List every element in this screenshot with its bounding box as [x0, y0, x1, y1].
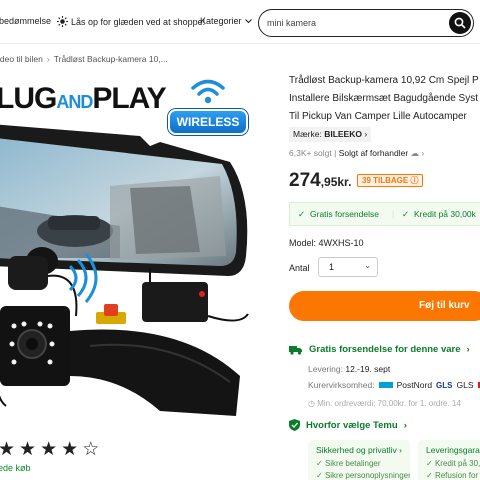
star-icon: ★ — [0, 439, 16, 460]
courier-gls-logo: GLS — [436, 380, 453, 390]
reviews-link[interactable]: bedømmelse — [0, 16, 51, 26]
product-title: Trådløst Backup-kamera 10,92 Cm Spejl P … — [289, 72, 480, 126]
categories-menu[interactable]: Kategorier — [200, 16, 252, 26]
info-icon: ⓘ — [410, 176, 419, 185]
delivery-date: 12.-19. sept — [345, 364, 391, 374]
breadcrumb-category[interactable]: ideo til bilen — [0, 54, 43, 64]
seller-link[interactable]: Solgt af forhandler — [339, 148, 408, 158]
rearview-mirror-monitor — [0, 124, 249, 416]
card-title: Sikkerhed og privatliv › — [316, 445, 403, 455]
search-button[interactable] — [449, 12, 471, 34]
delivery-label: Levering: — [308, 364, 343, 374]
courier-info: Kurervirksomhed: PostNord GLS GLS — [308, 380, 480, 390]
add-to-cart-button[interactable]: Føj til kurv — [289, 291, 480, 321]
free-shipping-heading[interactable]: Gratis forsendelse for denne vare › — [289, 344, 470, 355]
checkmark-icon: ✓ — [298, 209, 306, 219]
star-icon: ★ — [19, 439, 37, 460]
star-half-icon: ☆ — [82, 439, 100, 460]
security-privacy-card[interactable]: Sikkerhed og privatliv › ✓ Sikre betalin… — [308, 440, 410, 480]
card-line: ✓ Sikre personoplysninger — [316, 471, 410, 480]
chevron-right-icon: › — [421, 148, 425, 158]
free-shipping-label: Gratis forsendelse — [310, 209, 379, 219]
sold-info: 6,3K+ solgt | Solgt af forhandler ☁ › — [289, 148, 424, 159]
breadcrumb-current: Trådløst Backup-kamera 10,... — [53, 54, 168, 64]
sun-icon — [57, 16, 68, 27]
title-line: Til Pickup Van Camper Lille Autocamper — [289, 111, 467, 122]
brand-tag[interactable]: Mærke: BILEEKO › — [289, 127, 372, 142]
model-label: Model: 4WXHS-10 — [289, 238, 364, 248]
card-title: Leveringsgara — [426, 445, 480, 455]
title-line: Trådløst Backup-kamera 10,92 Cm Spejl P — [289, 75, 479, 86]
card-line: ✓ Refusion for — [426, 471, 479, 480]
courier-gls: GLS — [456, 380, 474, 390]
quantity-value: 1 — [329, 262, 335, 272]
star-icon: ★ — [40, 439, 58, 460]
breadcrumb: ideo til bilen › Trådløst Backup-kamera … — [0, 54, 168, 64]
why-temu-heading[interactable]: Hvorfor vælge Temu › — [289, 419, 407, 431]
price: 274,95kr. — [289, 170, 352, 191]
brand-label: Mærke: — [293, 129, 322, 139]
benefits-bar: ✓ Gratis forsendelse | ✓ Kredit på 30,00… — [289, 202, 480, 226]
discount-badge: 39 TILBAGE ⓘ — [357, 174, 424, 187]
sold-label: ede køb — [0, 463, 31, 473]
checkmark-icon: ✓ — [402, 209, 410, 219]
delivery-guarantee-card[interactable]: Leveringsgara ✓ Kredit på 30,0 ✓ Refusio… — [418, 440, 480, 480]
chevron-right-icon: › — [466, 344, 470, 355]
promo-link[interactable]: Lås op for glæden ved at shoppe! — [57, 16, 205, 27]
rating-stars[interactable]: ★ ★ ★ ★ ☆ — [0, 438, 99, 461]
courier-label: Kurervirksomhed: — [308, 380, 375, 390]
divider: | — [392, 209, 395, 219]
shield-check-icon — [289, 419, 300, 431]
chevron-right-icon: › — [399, 445, 403, 455]
brand-name: BILEEKO — [324, 129, 362, 139]
sold-count: 6,3K+ solgt — [289, 148, 332, 158]
why-temu-title: Hvorfor vælge Temu — [306, 419, 398, 431]
chevron-right-icon: › — [403, 419, 407, 431]
chevron-right-icon: › — [364, 129, 368, 139]
title-line: Installere Bilskærmsæt Bagudgående Syst — [289, 93, 478, 104]
quantity-label: Antal — [289, 263, 310, 273]
star-icon: ★ — [61, 439, 79, 460]
categories-label: Kategorier — [200, 16, 242, 26]
search-icon — [454, 17, 466, 29]
card-line: ✓ Kredit på 30,0 — [426, 459, 480, 468]
postnord-logo-icon — [378, 382, 393, 388]
chevron-down-icon: ⌄ — [364, 261, 371, 270]
search-bar — [258, 9, 474, 37]
clock-icon: ◷ — [308, 399, 318, 408]
credit-label: Kredit på 30,00k — [414, 209, 476, 219]
min-order-info: ◷ Min. ordreværdi: 70,00kr. for 1. ordre… — [308, 399, 461, 408]
card-line: ✓ Sikre betalinger — [316, 459, 381, 468]
courier-postnord: PostNord — [396, 380, 433, 390]
free-shipping-title: Gratis forsendelse for denne vare — [309, 344, 461, 355]
cloud-icon: ☁ — [410, 148, 420, 158]
search-input[interactable] — [267, 15, 437, 31]
breadcrumb-separator: › — [46, 54, 50, 64]
chevron-down-icon — [244, 18, 252, 23]
truck-icon — [289, 345, 302, 355]
quantity-select[interactable]: 1 ⌄ — [318, 257, 378, 277]
delivery-info: Levering: 12.-19. sept — [308, 364, 390, 374]
promo-text: Lås op for glæden ved at shoppe! — [71, 16, 206, 27]
top-bar: bedømmelse Lås op for glæden ved at shop… — [0, 0, 480, 44]
product-image[interactable]: LUGANDPLAY WIRELESS — [0, 76, 252, 420]
